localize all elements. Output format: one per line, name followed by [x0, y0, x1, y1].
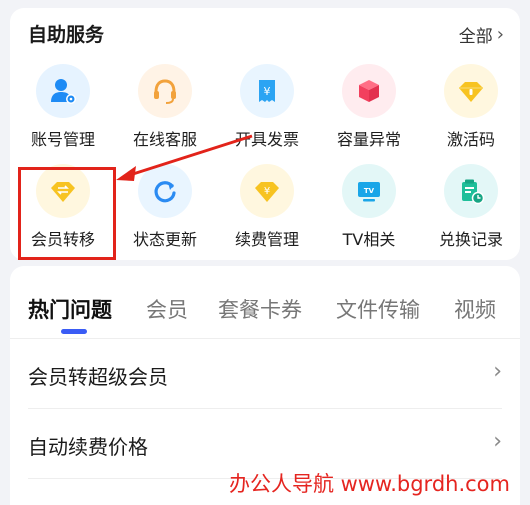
service-label: 账号管理 — [30, 130, 95, 149]
svg-text:¥: ¥ — [264, 85, 271, 98]
tab-video[interactable]: 视频 — [454, 294, 496, 324]
svg-text:¥: ¥ — [264, 186, 270, 197]
chevron-right-icon: › — [496, 24, 504, 45]
service-online-support[interactable]: 在线客服 — [115, 60, 215, 155]
service-label: 开具发票 — [234, 130, 299, 149]
chevron-right-icon: › — [493, 359, 502, 384]
service-tv[interactable]: TV TV相关 — [319, 160, 419, 255]
renew-diamond-icon: ¥ — [240, 164, 294, 218]
capacity-cube-icon — [342, 64, 396, 118]
service-label: 兑换记录 — [438, 230, 503, 249]
service-label: 状态更新 — [132, 230, 197, 249]
faq-question: 会员转超级会员 — [28, 365, 168, 389]
tab-package-coupons[interactable]: 套餐卡券 — [218, 294, 302, 324]
service-label: 容量异常 — [336, 130, 401, 149]
highlight-box — [18, 167, 116, 260]
headset-icon — [138, 64, 192, 118]
chevron-right-icon: › — [493, 429, 502, 454]
service-label: 在线客服 — [132, 130, 197, 149]
service-capacity[interactable]: 容量异常 — [319, 60, 419, 155]
tab-member[interactable]: 会员 — [146, 294, 188, 324]
view-all-link[interactable]: 全部 › — [459, 22, 504, 47]
service-account-manage[interactable]: 账号管理 — [13, 60, 113, 155]
service-invoice[interactable]: ¥ 开具发票 — [217, 60, 317, 155]
faq-question: 自动续费价格 — [28, 435, 148, 459]
service-redeem-record[interactable]: 兑换记录 — [421, 160, 521, 255]
service-status-update[interactable]: 状态更新 — [115, 160, 215, 255]
refresh-icon — [138, 164, 192, 218]
redeem-record-icon — [444, 164, 498, 218]
faq-tabs: 热门问题 会员 套餐卡券 文件传输 视频 — [28, 286, 520, 336]
account-manage-icon — [36, 64, 90, 118]
self-service-card: 自助服务 全部 › 账号管理 在线客服 ¥ 开具发票 容量异常 激活码 会员转移… — [10, 8, 520, 260]
tv-icon: TV — [342, 164, 396, 218]
faq-item[interactable]: 会员转超级会员 › — [28, 339, 502, 409]
watermark-text: 办公人导航 www.bgrdh.com — [228, 472, 510, 496]
service-row-1: 账号管理 在线客服 ¥ 开具发票 容量异常 激活码 — [10, 60, 520, 155]
invoice-icon: ¥ — [240, 64, 294, 118]
view-all-label: 全部 — [458, 27, 493, 47]
self-service-header: 自助服务 全部 › — [28, 20, 504, 48]
diamond-icon — [444, 64, 498, 118]
tab-hot-questions[interactable]: 热门问题 — [28, 294, 112, 324]
service-renewal[interactable]: ¥ 续费管理 — [217, 160, 317, 255]
service-activation-code[interactable]: 激活码 — [421, 60, 521, 155]
service-label: 续费管理 — [234, 230, 299, 249]
service-label: TV相关 — [342, 230, 396, 249]
tab-file-transfer[interactable]: 文件传输 — [336, 294, 420, 324]
svg-text:TV: TV — [364, 187, 375, 195]
service-label: 激活码 — [446, 130, 495, 149]
self-service-title: 自助服务 — [28, 24, 105, 46]
active-tab-indicator — [61, 329, 87, 334]
